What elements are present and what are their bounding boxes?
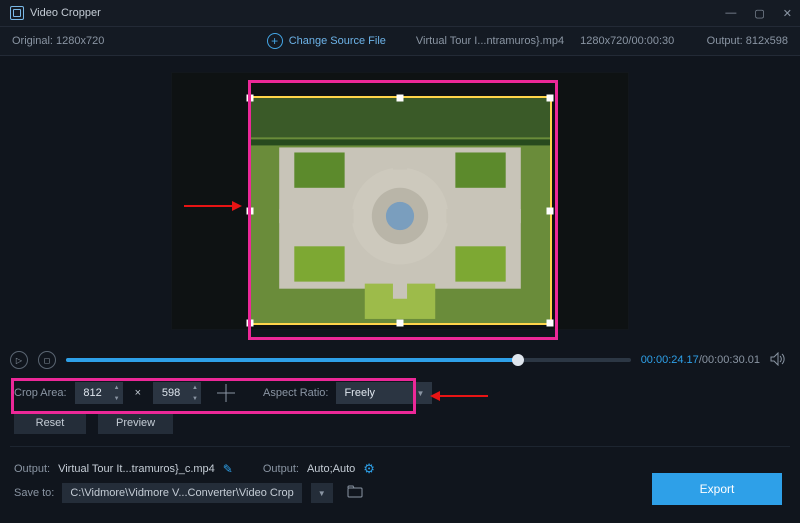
crop-width-field[interactable]: ▲▼	[75, 382, 123, 404]
open-folder-button[interactable]	[347, 485, 363, 501]
aspect-ratio-label: Aspect Ratio:	[263, 387, 328, 399]
crop-box[interactable]	[249, 97, 551, 324]
preview-area	[0, 56, 800, 346]
output-file-label: Output:	[14, 463, 50, 475]
seek-slider[interactable]	[66, 358, 631, 362]
maximize-button[interactable]: ▢	[754, 7, 764, 20]
volume-icon[interactable]	[770, 352, 786, 369]
save-to-label: Save to:	[14, 487, 54, 499]
timecode: 00:00:24.17/00:00:30.01	[641, 354, 760, 366]
stop-button[interactable]: ◻	[38, 351, 56, 369]
height-down[interactable]: ▼	[189, 393, 201, 404]
output-settings-label: Output:	[263, 463, 299, 475]
timeline: ▷ ◻ 00:00:24.17/00:00:30.01	[0, 346, 800, 374]
settings-button[interactable]: ⚙	[363, 461, 375, 477]
crop-handle-bl[interactable]	[247, 320, 254, 327]
source-filename: Virtual Tour I...ntramuros}.mp4	[416, 35, 564, 47]
output-settings-value: Auto;Auto	[307, 463, 355, 475]
change-source-button[interactable]: + Change Source File	[267, 33, 386, 49]
crop-height-field[interactable]: ▲▼	[153, 382, 201, 404]
source-dims-duration: 1280x720/00:00:30	[580, 35, 674, 47]
edit-filename-button[interactable]: ✎	[223, 462, 233, 476]
annotation-arrow	[430, 390, 492, 405]
crop-handle-mr[interactable]	[547, 207, 554, 214]
change-source-label: Change Source File	[289, 35, 386, 47]
crop-handle-tr[interactable]	[547, 95, 554, 102]
output-dims: Output: 812x598	[707, 35, 788, 47]
crop-height-input[interactable]	[153, 387, 189, 399]
crop-handle-tl[interactable]	[247, 95, 254, 102]
center-crop-button[interactable]	[215, 382, 237, 404]
height-up[interactable]: ▲	[189, 382, 201, 393]
width-up[interactable]: ▲	[111, 382, 123, 393]
crop-handle-tm[interactable]	[397, 95, 404, 102]
save-path-dropdown[interactable]: ▼	[311, 483, 333, 503]
close-button[interactable]: ✕	[783, 7, 792, 20]
chevron-down-icon: ▼	[417, 389, 425, 398]
crop-handle-br[interactable]	[547, 320, 554, 327]
export-button[interactable]: Export	[652, 473, 782, 505]
crop-width-input[interactable]	[75, 387, 111, 399]
annotation-arrow	[180, 200, 242, 215]
plus-icon: +	[267, 33, 283, 49]
reset-button[interactable]: Reset	[14, 412, 86, 434]
output-filename: Virtual Tour It...tramuros}_c.mp4	[58, 463, 215, 475]
crop-controls: Crop Area: ▲▼ × ▲▼ Aspect Ratio: Freely …	[0, 374, 800, 412]
original-dims: Original: 1280x720	[12, 35, 104, 47]
app-title: Video Cropper	[30, 7, 101, 19]
width-down[interactable]: ▼	[111, 393, 123, 404]
crop-handle-bm[interactable]	[397, 320, 404, 327]
multiply-label: ×	[135, 387, 141, 399]
minimize-button[interactable]: —	[725, 7, 736, 20]
preview-button[interactable]: Preview	[98, 412, 173, 434]
crop-handle-ml[interactable]	[247, 207, 254, 214]
play-button[interactable]: ▷	[10, 351, 28, 369]
crop-area-label: Crop Area:	[14, 387, 67, 399]
title-bar: Video Cropper — ▢ ✕	[0, 0, 800, 26]
aspect-ratio-value: Freely	[344, 387, 375, 399]
save-path: C:\Vidmore\Vidmore V...Converter\Video C…	[62, 483, 301, 503]
info-bar: Original: 1280x720 + Change Source File …	[0, 26, 800, 56]
app-icon	[10, 6, 24, 20]
aspect-ratio-select[interactable]: Freely ▼	[336, 382, 432, 404]
